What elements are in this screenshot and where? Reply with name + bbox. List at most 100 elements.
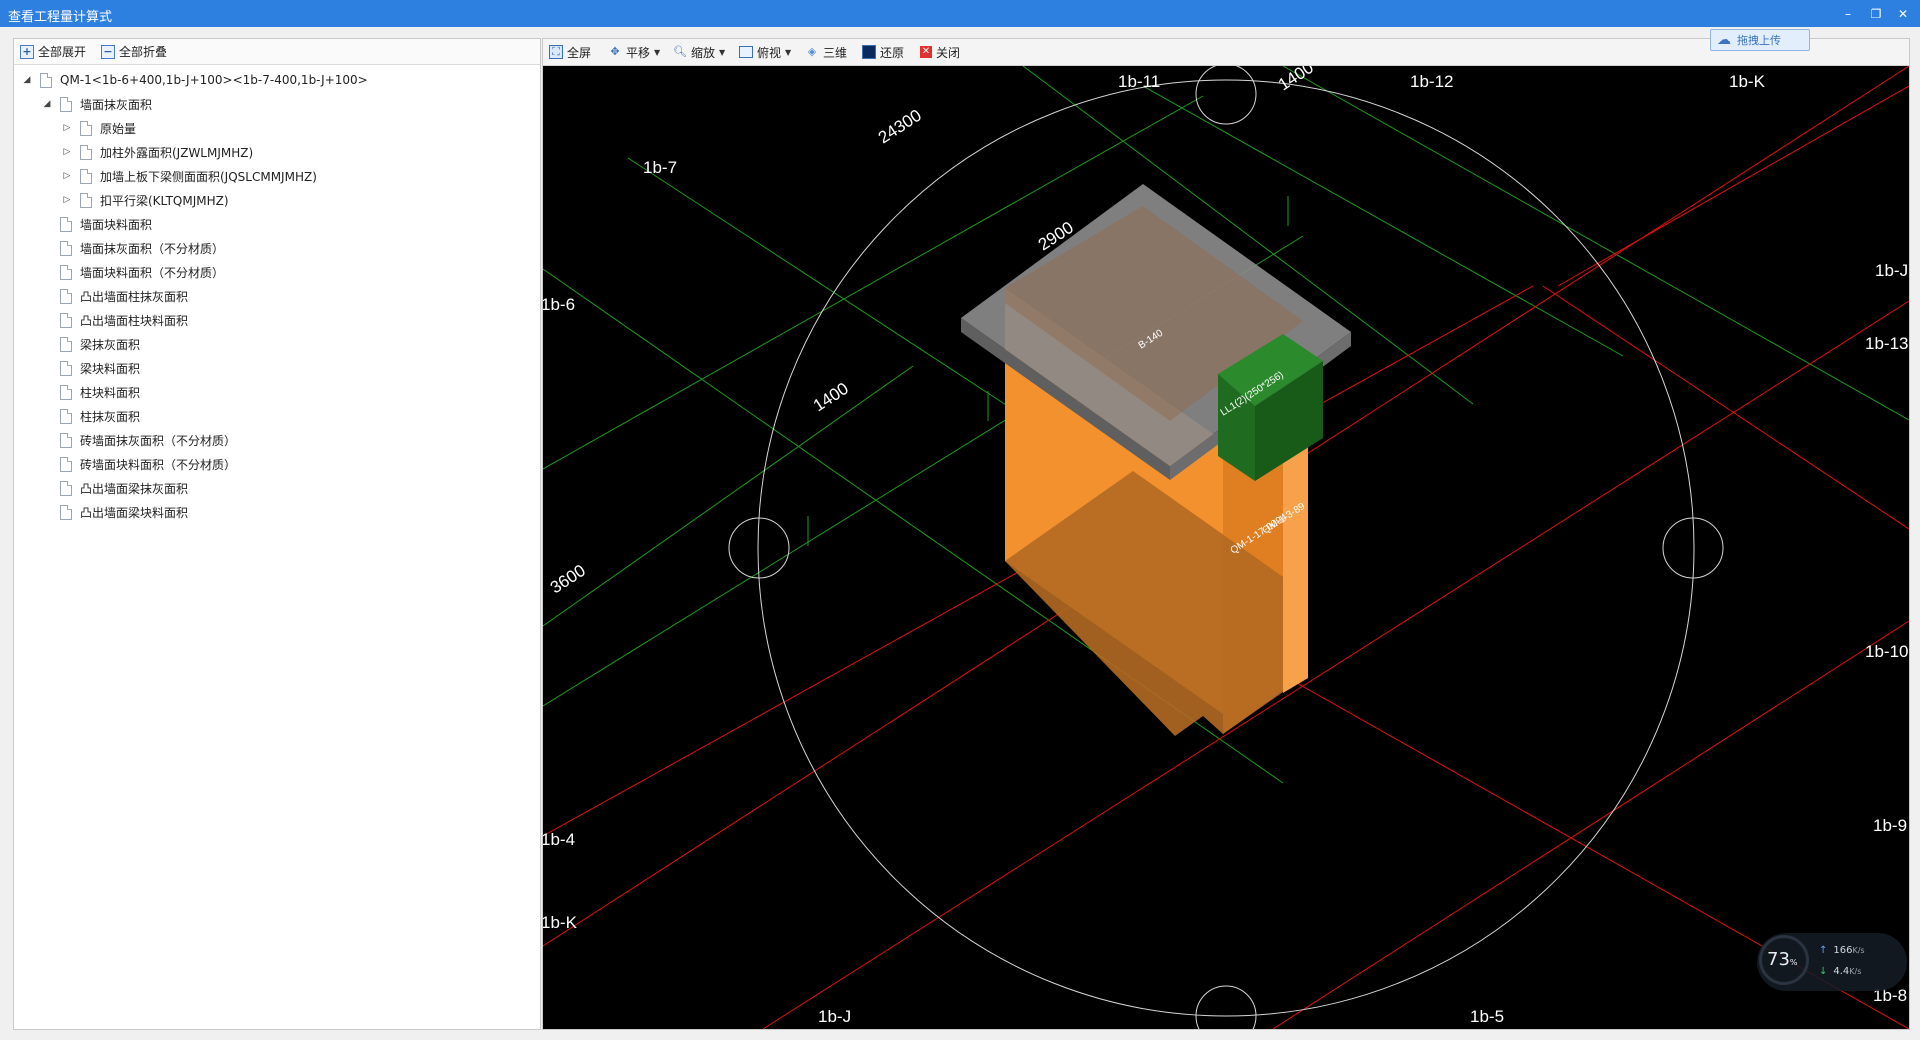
axis-label: 1b-12 bbox=[1410, 72, 1453, 91]
drag-upload-button[interactable]: ☁ 拖拽上传 bbox=[1710, 29, 1810, 51]
cube-3d-icon: ◈ bbox=[807, 45, 817, 58]
document-icon bbox=[80, 144, 92, 160]
close-view-button[interactable]: ✕ 关闭 bbox=[920, 43, 960, 61]
grid-line-red bbox=[762, 300, 1909, 1029]
tree-item-label: 柱抹灰面积 bbox=[80, 409, 141, 424]
tree-item[interactable]: 柱抹灰面积 bbox=[60, 405, 140, 427]
pan-button[interactable]: ✥ 平移 ▼ bbox=[608, 43, 660, 61]
axis-label: 1b-4 bbox=[543, 830, 575, 849]
axis-label: 1b-9 bbox=[1873, 816, 1907, 835]
dimension-label: 1400 bbox=[1275, 66, 1317, 94]
tree-item-label: 墙面块料面积（不分材质） bbox=[80, 265, 225, 280]
3d-canvas[interactable]: 1b-11 1b-12 1b-K 1b-7 1b-J 1b-6 1b-13 1b… bbox=[543, 66, 1909, 1029]
topview-button[interactable]: 俯视 ▼ bbox=[739, 43, 791, 61]
document-icon bbox=[60, 408, 72, 424]
document-icon bbox=[80, 168, 92, 184]
viewport-toolbar: ⛶ 全屏 ✥ 平移 ▼ 🔍︎ 缩放 ▼ 俯视 ▼ ◈ 三维 还原 ✕ 关闭 bbox=[543, 39, 1909, 66]
rate-unit: K/s bbox=[1849, 967, 1862, 976]
rate-unit: K/s bbox=[1852, 946, 1865, 955]
zoom-button[interactable]: 🔍︎ 缩放 ▼ bbox=[673, 43, 725, 61]
tree-item[interactable]: 砖墙面块料面积（不分材质） bbox=[60, 453, 236, 475]
tree-item[interactable]: 砖墙面抹灰面积（不分材质） bbox=[60, 429, 236, 451]
dropdown-arrow-icon[interactable]: ▼ bbox=[719, 48, 725, 57]
restore-icon bbox=[862, 45, 876, 59]
tree-item[interactable]: 墙面块料面积（不分材质） bbox=[60, 261, 224, 283]
axis-label: 1b-J bbox=[818, 1007, 851, 1026]
document-icon bbox=[60, 240, 72, 256]
tree-item[interactable]: 凸出墙面柱抹灰面积 bbox=[60, 285, 188, 307]
view-handle-left[interactable] bbox=[728, 517, 790, 579]
dimension-label: 24300 bbox=[875, 106, 925, 148]
3d-scene: 1b-11 1b-12 1b-K 1b-7 1b-J 1b-6 1b-13 1b… bbox=[543, 66, 1909, 1029]
axis-label: 1b-10 bbox=[1865, 642, 1908, 661]
collapse-arrow-icon[interactable]: ◢ bbox=[40, 99, 54, 109]
restore-view-button[interactable]: 还原 bbox=[862, 43, 904, 61]
tree-item-label: 墙面块料面积 bbox=[80, 217, 153, 232]
document-icon bbox=[60, 360, 72, 376]
dropdown-arrow-icon[interactable]: ▼ bbox=[785, 48, 791, 57]
upload-rate-value: 166 bbox=[1833, 945, 1853, 956]
tree-item[interactable]: 梁块料面积 bbox=[60, 357, 140, 379]
axis-label: 1b-6 bbox=[543, 295, 575, 314]
axis-label: 1b-13 bbox=[1865, 334, 1908, 353]
dropdown-arrow-icon[interactable]: ▼ bbox=[654, 48, 660, 57]
tree-item[interactable]: 凸出墙面梁抹灰面积 bbox=[60, 477, 188, 499]
tree-toolbar: + 全部展开 − 全部折叠 bbox=[14, 39, 540, 65]
tree-item[interactable]: 墙面抹灰面积（不分材质） bbox=[60, 237, 224, 259]
view-handle-bottom[interactable] bbox=[1195, 985, 1257, 1029]
collapse-arrow-icon[interactable]: ◢ bbox=[20, 75, 34, 85]
close-view-label: 关闭 bbox=[936, 45, 961, 60]
topview-label: 俯视 bbox=[757, 45, 782, 60]
tree-item[interactable]: 凸出墙面梁块料面积 bbox=[60, 501, 188, 523]
fullscreen-button[interactable]: ⛶ 全屏 bbox=[549, 43, 591, 61]
tree-item[interactable]: 柱块料面积 bbox=[60, 381, 140, 403]
document-icon bbox=[80, 120, 92, 136]
document-icon bbox=[60, 288, 72, 304]
document-icon bbox=[60, 480, 72, 496]
tree-item[interactable]: 凸出墙面柱块料面积 bbox=[60, 309, 188, 331]
tree-subitem[interactable]: ▷ 扣平行梁(KLTQMJMHZ) bbox=[60, 189, 229, 211]
expand-arrow-icon[interactable]: ▷ bbox=[60, 147, 74, 157]
minimize-button[interactable]: – bbox=[1838, 5, 1858, 23]
tree-item-label: 凸出墙面梁抹灰面积 bbox=[80, 481, 189, 496]
document-icon bbox=[60, 264, 72, 280]
up-arrow-icon: ↑ bbox=[1819, 945, 1828, 956]
gauge-percent-unit: % bbox=[1789, 958, 1798, 967]
gauge-percent: 73% bbox=[1767, 949, 1798, 970]
tree-item-label: 梁块料面积 bbox=[80, 361, 141, 376]
grid-line-green bbox=[543, 365, 914, 627]
expand-arrow-icon[interactable]: ▷ bbox=[60, 195, 74, 205]
expand-arrow-icon[interactable]: ▷ bbox=[60, 123, 74, 133]
tree-root[interactable]: ◢ QM-1<1b-6+400,1b-J+100><1b-7-400,1b-J+… bbox=[20, 69, 368, 91]
3d-view-button[interactable]: ◈ 三维 bbox=[805, 43, 847, 61]
tree-item[interactable]: 梁抹灰面积 bbox=[60, 333, 140, 355]
axis-label: 1b-K bbox=[543, 913, 578, 932]
3d-viewport-panel: ⛶ 全屏 ✥ 平移 ▼ 🔍︎ 缩放 ▼ 俯视 ▼ ◈ 三维 还原 ✕ 关闭 1b… bbox=[542, 38, 1910, 1030]
document-icon bbox=[40, 72, 52, 88]
tree-item-label: 砖墙面块料面积（不分材质） bbox=[80, 457, 237, 472]
close-icon: ✕ bbox=[920, 46, 932, 58]
expand-arrow-icon[interactable]: ▷ bbox=[60, 171, 74, 181]
tree-subitem[interactable]: ▷ 原始量 bbox=[60, 117, 136, 139]
network-gauge-widget[interactable]: 73% ↑ 166K/s ↓ 4.4K/s bbox=[1757, 933, 1907, 991]
document-icon bbox=[80, 192, 92, 208]
upload-rate: ↑ 166K/s bbox=[1819, 945, 1865, 956]
close-window-button[interactable]: ✕ bbox=[1893, 5, 1913, 23]
tree-item-label: 柱块料面积 bbox=[80, 385, 141, 400]
tree-subitem[interactable]: ▷ 加柱外露面积(JZWLMJMHZ) bbox=[60, 141, 253, 163]
fullscreen-icon: ⛶ bbox=[549, 45, 563, 59]
axis-label: 1b-11 bbox=[1118, 72, 1160, 91]
restore-window-button[interactable]: ❐ bbox=[1866, 5, 1886, 23]
collapse-all-button[interactable]: − 全部折叠 bbox=[101, 43, 167, 60]
tree-subitem[interactable]: ▷ 加墙上板下梁侧面面积(JQSLCMMJMHZ) bbox=[60, 165, 317, 187]
tree-item[interactable]: 墙面块料面积 bbox=[60, 213, 152, 235]
dimension-label: 1400 bbox=[810, 379, 852, 416]
tree-group[interactable]: ◢ 墙面抹灰面积 bbox=[40, 93, 152, 115]
tree-item-label: 墙面抹灰面积（不分材质） bbox=[80, 241, 225, 256]
grid-line-red bbox=[1542, 285, 1909, 530]
view-handle-right[interactable] bbox=[1662, 517, 1724, 579]
expand-all-button[interactable]: + 全部展开 bbox=[20, 43, 86, 60]
down-arrow-icon: ↓ bbox=[1819, 966, 1828, 977]
view-handle-top[interactable] bbox=[1195, 66, 1257, 125]
tree-item-label: 梁抹灰面积 bbox=[80, 337, 141, 352]
